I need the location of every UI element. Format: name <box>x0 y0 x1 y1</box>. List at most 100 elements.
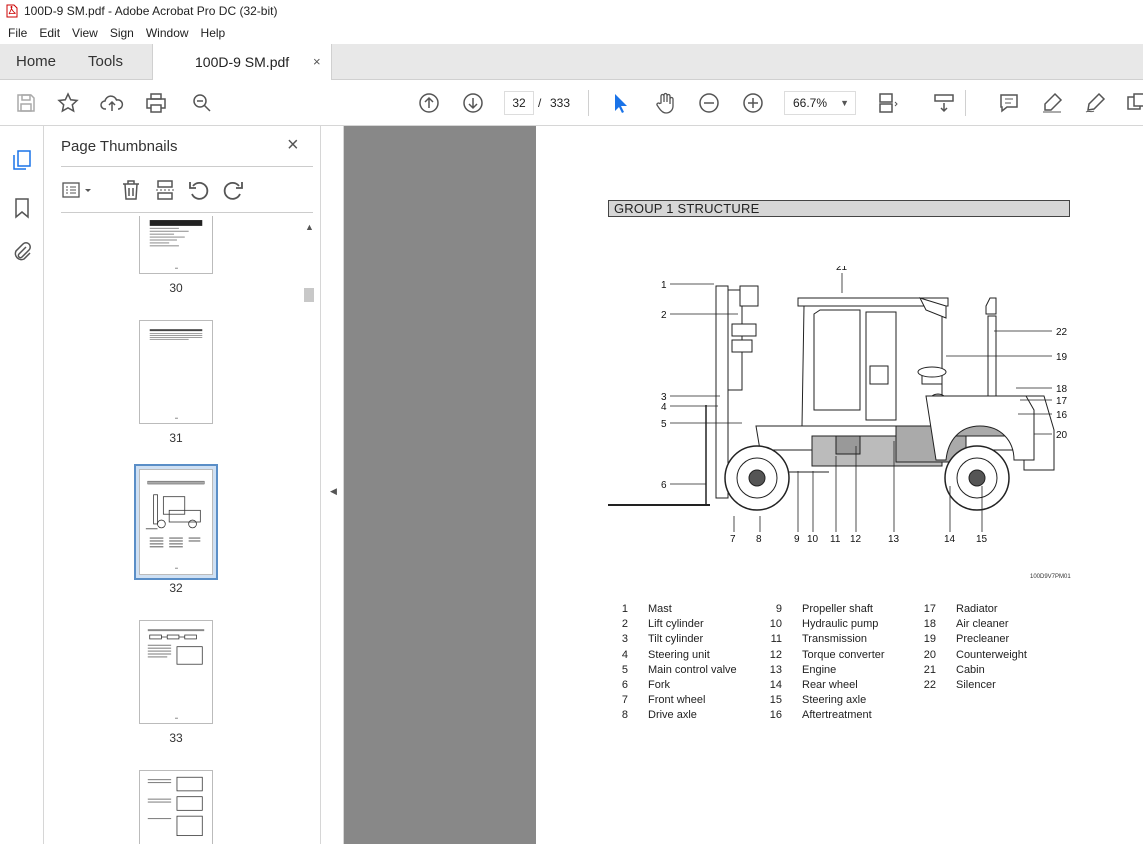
legend-item: 16 Aftertreatment <box>769 709 872 722</box>
callout-17: 17 <box>1056 396 1068 407</box>
toolbar-separator <box>588 90 589 116</box>
legend-item: 12 Torque converter <box>769 648 885 661</box>
thumbnail-preview <box>149 329 203 419</box>
legend-item: 1 Mast <box>621 603 672 615</box>
options-icon[interactable] <box>61 178 91 202</box>
tab-close-button[interactable]: × <box>313 44 321 80</box>
callout-12: 12 <box>850 534 862 545</box>
callout-13: 13 <box>888 534 900 545</box>
thumbnail-scrollbar[interactable]: ▲ <box>301 216 317 844</box>
page-separator: / <box>538 96 542 110</box>
thumbnails-panel: Page Thumbnails × 30 31 32 33 ▲ <box>45 126 321 844</box>
star-icon[interactable] <box>56 91 80 115</box>
panel-divider <box>61 166 313 167</box>
figure-code: 100D9V7PM01 <box>1030 574 1071 580</box>
page-total: 333 <box>550 96 571 110</box>
page-down-icon[interactable] <box>461 91 485 115</box>
menu-sign[interactable]: Sign <box>104 26 140 40</box>
attachment-icon[interactable] <box>10 240 34 264</box>
callout-21: 21 <box>836 266 848 273</box>
forklift-structure-diagram: 1 2 3 4 5 6 7 8 9 10 11 12 13 14 15 16 1… <box>608 266 1068 545</box>
cursor-icon[interactable] <box>608 91 632 115</box>
thumbnail-preview <box>149 220 203 269</box>
document-viewer[interactable]: GROUP 1 STRUCTURE 1 2 3 4 5 6 7 8 9 10 1… <box>344 126 1143 844</box>
legend-item: 17 Radiator <box>923 603 998 615</box>
callout-16: 16 <box>1056 410 1068 421</box>
callout-1: 1 <box>661 280 667 291</box>
bookmark-icon[interactable] <box>10 196 34 220</box>
legend-item: 18 Air cleaner <box>923 618 1009 631</box>
panel-divider <box>61 212 313 213</box>
tab-bar: Home Tools 100D-9 SM.pdf × <box>0 44 1143 81</box>
zoom-out-icon[interactable] <box>697 91 721 115</box>
panel-close-button[interactable]: × <box>287 134 299 157</box>
pdf-page: GROUP 1 STRUCTURE 1 2 3 4 5 6 7 8 9 10 1… <box>536 126 1143 844</box>
menu-bar: File Edit View Sign Window Help <box>0 22 1143 44</box>
comment-icon[interactable] <box>997 91 1021 115</box>
thumbnail-preview <box>147 629 205 719</box>
zoom-dropdown[interactable]: 66.7% ▼ <box>784 91 856 115</box>
fit-page-icon[interactable] <box>876 91 900 115</box>
callout-7: 7 <box>730 534 736 545</box>
zoom-value: 66.7% <box>793 96 828 110</box>
page-heading: GROUP 1 STRUCTURE <box>608 200 1070 217</box>
upload-icon[interactable] <box>100 91 124 115</box>
main-toolbar <box>0 80 1143 126</box>
legend-column-1: 1 Mast 2 Lift cylinder 3 Tilt cylinder 4 Ste… <box>608 602 737 724</box>
callout-6: 6 <box>661 480 667 491</box>
callout-10: 10 <box>807 534 819 545</box>
callout-19: 19 <box>1056 352 1068 363</box>
legend-item: 9 Propeller shaft <box>775 603 873 615</box>
rotate-cw-icon[interactable] <box>221 178 245 202</box>
menu-edit[interactable]: Edit <box>33 26 66 40</box>
legend-item: 14 Rear wheel <box>769 679 858 692</box>
menu-help[interactable]: Help <box>195 26 232 40</box>
legend-item: 20 Counterweight <box>923 648 1027 661</box>
menu-window[interactable]: Window <box>140 26 195 40</box>
save-icon[interactable] <box>14 91 38 115</box>
more-icon[interactable] <box>1125 91 1143 115</box>
thumbnail-page-number: 30 <box>169 281 183 295</box>
thumbnail-list: 30 31 32 33 <box>45 216 301 844</box>
page-number-input[interactable]: 32 <box>504 91 534 115</box>
tab-document[interactable]: 100D-9 SM.pdf × <box>152 44 332 81</box>
sign-icon[interactable] <box>1083 91 1107 115</box>
callout-22: 22 <box>1056 327 1068 338</box>
thumbnails-icon[interactable] <box>10 148 34 172</box>
legend-item: 15 Steering axle <box>769 694 867 707</box>
highlight-icon[interactable] <box>1040 91 1064 115</box>
scroll-up-icon[interactable]: ▲ <box>305 222 314 232</box>
thumbnail-page[interactable] <box>139 770 213 844</box>
callout-5: 5 <box>661 419 667 430</box>
collapse-panel-icon[interactable]: ◀ <box>330 486 337 497</box>
thumbnail-page-number: 32 <box>169 581 183 595</box>
thumbnail-preview <box>147 776 203 837</box>
tab-home[interactable]: Home <box>16 44 56 80</box>
menu-view[interactable]: View <box>66 26 104 40</box>
menu-file[interactable]: File <box>2 26 33 40</box>
thumbnail-page-selected[interactable] <box>134 464 218 580</box>
callout-14: 14 <box>944 534 956 545</box>
legend-item: 4 Steering unit <box>621 648 710 661</box>
scrollbar-thumb[interactable] <box>304 288 314 302</box>
rotate-ccw-icon[interactable] <box>187 178 211 202</box>
chevron-down-icon: ▼ <box>840 98 849 108</box>
zoom-in-icon[interactable] <box>741 91 765 115</box>
thumbnail-page[interactable] <box>139 320 213 424</box>
page-up-icon[interactable] <box>417 91 441 115</box>
callout-15: 15 <box>976 534 988 545</box>
legend-item: 7 Front wheel <box>621 694 706 707</box>
thumbnail-page[interactable] <box>139 216 213 274</box>
callout-9: 9 <box>794 534 800 545</box>
legend-item: 22 Silencer <box>923 679 996 692</box>
zoom-search-icon[interactable] <box>190 91 214 115</box>
panel-splitter[interactable]: ◀ <box>321 126 344 844</box>
tab-tools[interactable]: Tools <box>88 44 123 80</box>
insert-page-icon[interactable] <box>153 178 177 202</box>
print-icon[interactable] <box>144 91 168 115</box>
hand-icon[interactable] <box>653 91 677 115</box>
trash-icon[interactable] <box>119 178 143 202</box>
tab-document-label: 100D-9 SM.pdf <box>195 54 290 70</box>
scroll-mode-icon[interactable] <box>932 91 956 115</box>
thumbnail-page[interactable] <box>139 620 213 724</box>
